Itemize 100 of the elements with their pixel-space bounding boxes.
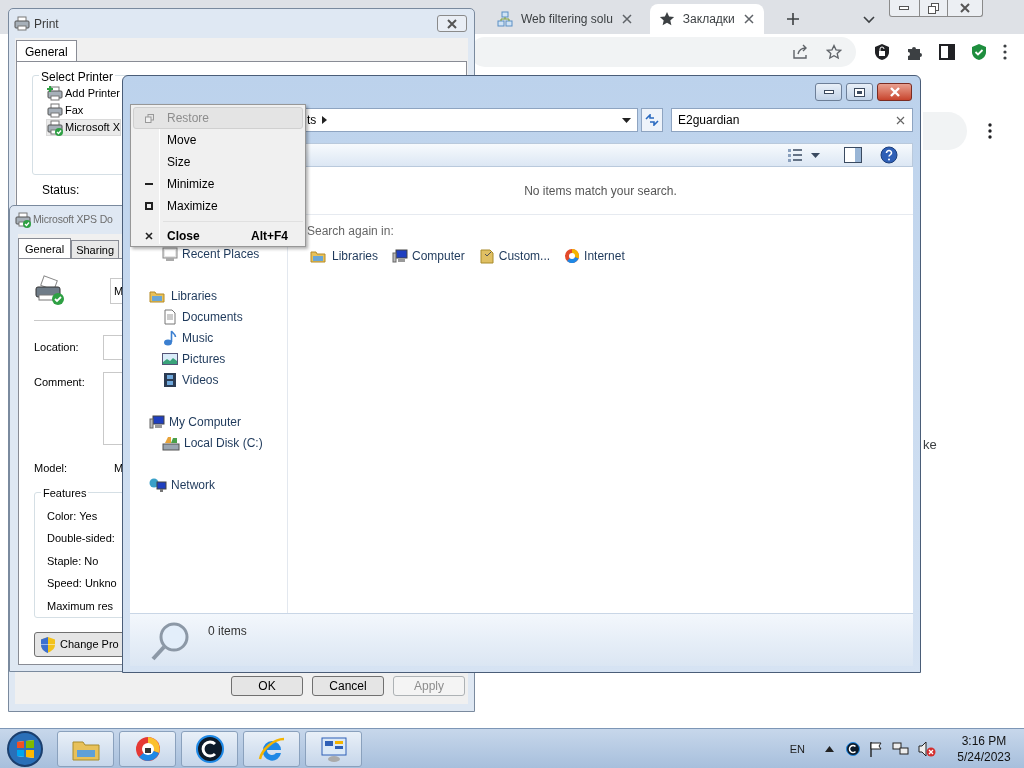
close-icon: [888, 86, 901, 98]
more-icon[interactable]: [1003, 44, 1007, 60]
menu-item[interactable]: Move: [133, 129, 303, 151]
preview-pane-icon[interactable]: [844, 147, 862, 163]
image-icon: [162, 350, 178, 367]
minimize-icon: [823, 90, 834, 94]
side-panel-icon[interactable]: [939, 44, 955, 60]
language-indicator[interactable]: EN: [789, 742, 805, 755]
close-button[interactable]: [437, 15, 467, 32]
tab[interactable]: General: [18, 238, 72, 259]
chevron-down-icon[interactable]: [862, 16, 875, 24]
printer-item[interactable]: Add Printer: [46, 85, 121, 102]
restore-icon: [144, 113, 154, 123]
close-icon: [620, 13, 633, 25]
field-label: Location:: [34, 340, 80, 356]
browser-icon: [133, 734, 162, 763]
star-icon: [658, 11, 675, 27]
minimize-icon: [145, 182, 153, 186]
nav-item[interactable]: Pictures: [130, 348, 287, 369]
dropdown-icon[interactable]: [811, 152, 820, 158]
start-button-icon[interactable]: [6, 729, 44, 768]
close-icon: [742, 13, 755, 25]
feature-text: Staple: No: [47, 553, 99, 569]
dialog-button[interactable]: Cancel: [312, 676, 384, 696]
feature-text: Color: Yes: [47, 508, 98, 524]
globe-icon: [564, 248, 581, 264]
details-text: 0 items: [208, 624, 247, 638]
printer-icon: [34, 275, 66, 307]
nav-item[interactable]: Local Disk (C:): [130, 432, 287, 453]
refresh-button[interactable]: [641, 108, 663, 132]
control-panel-icon: [318, 734, 349, 763]
taskbar-button[interactable]: [181, 730, 238, 767]
page-text: ke: [923, 437, 937, 452]
close-icon[interactable]: [958, 2, 971, 14]
section-label: Search again in:: [307, 224, 394, 238]
disk-drive-icon: [162, 434, 180, 451]
window-title: Print: [34, 15, 59, 33]
search-location-link[interactable]: Custom...: [478, 246, 551, 266]
tab[interactable]: General: [16, 40, 77, 62]
menu-item[interactable]: Maximize: [133, 195, 303, 217]
show-hidden-icons-icon[interactable]: [825, 745, 834, 752]
restore-icon[interactable]: [927, 2, 939, 14]
search-field[interactable]: E2guardian: [671, 108, 913, 132]
field-value: M: [114, 461, 124, 476]
more-icon[interactable]: [988, 123, 992, 139]
feature-text: Maximum res: [47, 598, 113, 614]
help-icon[interactable]: [880, 146, 898, 164]
search-location-link[interactable]: Internet: [564, 246, 625, 266]
nav-item[interactable]: Documents: [130, 306, 287, 327]
nav-item[interactable]: Network: [130, 474, 287, 495]
network-icon: [497, 11, 513, 27]
search-location-link[interactable]: Libraries: [310, 246, 379, 266]
field-label: Status:: [42, 183, 80, 197]
maximize-icon: [854, 87, 865, 97]
nav-item[interactable]: Libraries: [130, 285, 287, 306]
feature-text: Double-sided:: [47, 531, 115, 546]
field-label: Comment:: [34, 375, 86, 390]
browser-tab[interactable]: Закладки: [649, 4, 764, 34]
close-icon: [446, 17, 458, 30]
folder-icon: [478, 248, 495, 264]
c-logo-icon: [194, 733, 225, 764]
window-title: Microsoft XPS Do: [33, 212, 113, 228]
muted-speaker-icon[interactable]: [918, 740, 936, 757]
menu-item[interactable]: Minimize: [133, 173, 303, 195]
browser-tab[interactable]: Web filtering solu: [488, 4, 642, 34]
minimize-icon[interactable]: [899, 6, 910, 10]
empty-message: No items match your search.: [524, 182, 677, 200]
c-logo-icon[interactable]: [846, 741, 860, 756]
printer-item[interactable]: Microsoft X: [46, 119, 121, 136]
nav-item[interactable]: Videos: [130, 369, 287, 390]
refresh-icon: [645, 114, 659, 126]
shield-lock-icon[interactable]: [874, 43, 890, 61]
printer-item[interactable]: Fax: [46, 102, 121, 119]
minimize-button[interactable]: [815, 83, 842, 101]
nav-item[interactable]: My Computer: [130, 411, 287, 432]
close-button[interactable]: [877, 83, 912, 101]
shield-check-icon[interactable]: [971, 43, 987, 61]
folder-icon: [310, 248, 328, 264]
computer-icon: [392, 248, 409, 264]
menu-item[interactable]: Size: [133, 151, 303, 173]
nav-item[interactable]: Music: [130, 327, 287, 348]
dropdown-icon[interactable]: [622, 117, 631, 123]
star-outline-icon[interactable]: [826, 44, 842, 60]
printer-icon: [47, 102, 63, 119]
plus-icon[interactable]: [785, 12, 800, 26]
group-label: Features: [43, 486, 87, 499]
flag-icon[interactable]: [868, 740, 884, 757]
clear-icon[interactable]: [896, 115, 905, 125]
clock[interactable]: 3:16 PM 5/24/2023: [954, 732, 1014, 765]
share-icon[interactable]: [792, 44, 810, 60]
printer-icon: [47, 119, 63, 136]
search-location-link[interactable]: Computer: [392, 246, 465, 266]
network-status-icon[interactable]: [892, 740, 910, 757]
group-label: Select Printer: [41, 70, 114, 84]
field-label: Model:: [34, 461, 69, 476]
dialog-button[interactable]: OK: [231, 676, 303, 696]
view-list-icon[interactable]: [787, 147, 803, 163]
document-icon: [162, 308, 178, 325]
music-note-icon: [162, 329, 178, 346]
maximize-button[interactable]: [846, 83, 873, 101]
